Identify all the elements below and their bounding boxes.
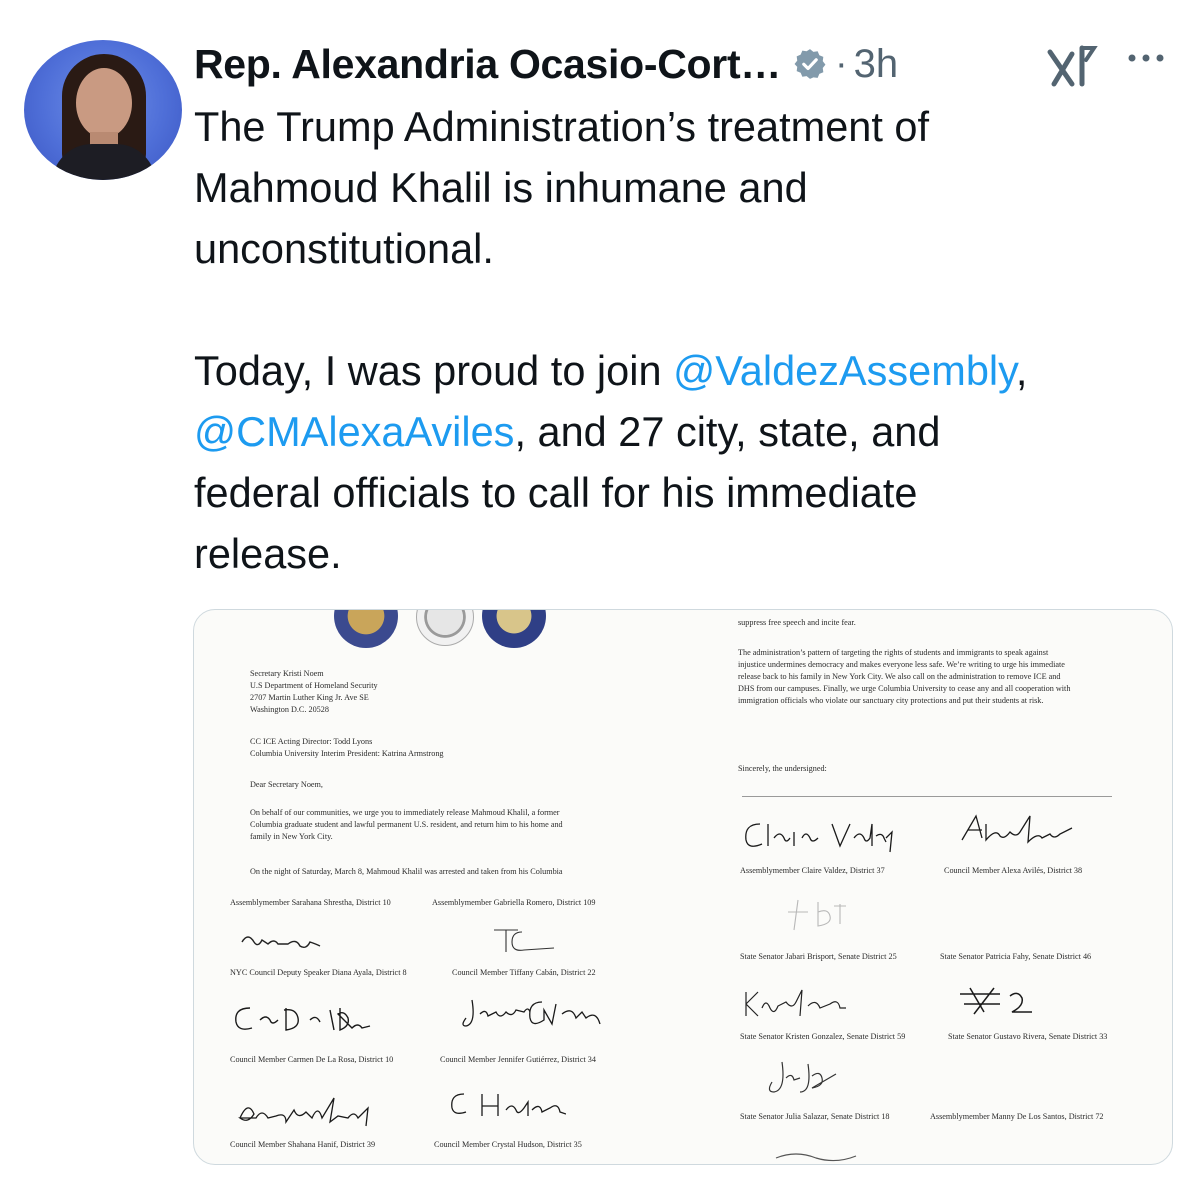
signer-label: Council Member Carmen De La Rosa, Distri… bbox=[230, 1055, 394, 1064]
signer-label: State Senator Jabari Brisport, Senate Di… bbox=[740, 952, 897, 961]
author-name[interactable]: Rep. Alexandria Ocasio-Cort… bbox=[194, 41, 781, 88]
seal-comptroller-icon bbox=[416, 610, 474, 646]
signature-partial bbox=[775, 1153, 857, 1162]
letter-addressee: Secretary Kristi Noem U.S Department of … bbox=[250, 668, 378, 716]
verified-badge-icon[interactable] bbox=[793, 47, 827, 81]
letter-line: U.S Department of Homeland Security bbox=[250, 681, 378, 690]
letter-line: Washington D.C. 20528 bbox=[250, 705, 329, 714]
signature-gutierrez bbox=[462, 999, 601, 1027]
signature-gonzalez bbox=[745, 989, 846, 1017]
letter-body-2: On the night of Saturday, March 8, Mahmo… bbox=[250, 867, 563, 876]
mention-link-valdez[interactable]: @ValdezAssembly bbox=[673, 347, 1016, 394]
signature-hanif bbox=[238, 1097, 369, 1127]
signer-label: State Senator Patricia Fahy, Senate Dist… bbox=[940, 952, 1092, 961]
signature-caban bbox=[494, 929, 555, 952]
signer-label: Assemblymember Sarahana Shrestha, Distri… bbox=[230, 898, 391, 907]
signer-label: State Senator Kristen Gonzalez, Senate D… bbox=[740, 1032, 906, 1041]
signature-de-la-rosa bbox=[235, 1007, 371, 1032]
letter-line: Secretary Kristi Noem bbox=[250, 669, 324, 678]
letter-right-body: The administration’s pattern of targetin… bbox=[738, 647, 1070, 707]
letter-line: 2707 Martin Luther King Jr. Ave SE bbox=[250, 693, 369, 702]
media-image-letter[interactable]: Secretary Kristi Noem U.S Department of … bbox=[193, 609, 1173, 1165]
grok-icon[interactable] bbox=[1046, 44, 1098, 90]
letter-line: On behalf of our communities, we urge yo… bbox=[250, 808, 560, 817]
signature-rivera bbox=[960, 987, 1032, 1015]
post-time[interactable]: 3h bbox=[854, 42, 899, 87]
signature-ayala bbox=[241, 936, 321, 949]
letter-line: release back to his family in New York C… bbox=[738, 672, 1061, 681]
letter-line: The administration’s pattern of targetin… bbox=[738, 648, 1049, 657]
signature-hudson bbox=[451, 1093, 566, 1116]
signer-label: Council Member Tiffany Cabán, District 2… bbox=[452, 968, 596, 977]
signature-divider bbox=[742, 796, 1112, 797]
tweet-line: release. bbox=[194, 530, 342, 577]
seal-state-icon bbox=[482, 610, 546, 648]
tweet-line: @CMAlexaAviles, and 27 city, state, and bbox=[194, 401, 1184, 462]
header-separator: · bbox=[835, 42, 848, 85]
letter-line: Columbia University Interim President: K… bbox=[250, 749, 444, 758]
letter-line: injustice undermines democracy and makes… bbox=[738, 660, 1065, 669]
author-avatar[interactable] bbox=[24, 40, 182, 180]
tweet-header: Rep. Alexandria Ocasio-Cort… · 3h bbox=[194, 36, 898, 92]
tweet-line: unconstitutional. bbox=[194, 225, 494, 272]
signer-label: State Senator Julia Salazar, Senate Dist… bbox=[740, 1112, 890, 1121]
signer-label: State Senator Gustavo Rivera, Senate Dis… bbox=[948, 1032, 1108, 1041]
letter-body-1: On behalf of our communities, we urge yo… bbox=[250, 807, 563, 843]
signature-brisport bbox=[788, 899, 846, 931]
letter-right-top: suppress free speech and incite fear. bbox=[738, 618, 856, 627]
tweet-line: The Trump Administration’s treatment of bbox=[194, 103, 930, 150]
tweet-text: The Trump Administration’s treatment of … bbox=[194, 96, 1184, 584]
letter-line: Columbia graduate student and lawful per… bbox=[250, 820, 563, 829]
more-icon[interactable] bbox=[1124, 46, 1168, 70]
signer-label: NYC Council Deputy Speaker Diana Ayala, … bbox=[230, 968, 407, 977]
tweet-text-segment: , bbox=[1015, 347, 1028, 394]
letter-line: family in New York City. bbox=[250, 832, 333, 841]
signature-salazar bbox=[768, 1061, 837, 1093]
signer-label: Council Member Alexa Avilés, District 38 bbox=[944, 866, 1083, 875]
letter-salutation: Dear Secretary Noem, bbox=[250, 780, 323, 789]
signer-label: Assemblymember Claire Valdez, District 3… bbox=[740, 866, 885, 875]
letter-line: CC ICE Acting Director: Todd Lyons bbox=[250, 737, 373, 746]
signature-aviles bbox=[961, 814, 1073, 844]
avatar-face bbox=[76, 68, 132, 138]
tweet-line: federal officials to call for his immedi… bbox=[194, 469, 918, 516]
signer-label: Council Member Jennifer Gutiérrez, Distr… bbox=[440, 1055, 596, 1064]
tweet-line: Mahmoud Khalil is inhumane and bbox=[194, 164, 808, 211]
signature-valdez bbox=[745, 823, 893, 853]
tweet-text-segment: Today, I was proud to join bbox=[194, 347, 674, 394]
signer-label: Council Member Crystal Hudson, District … bbox=[434, 1140, 582, 1149]
letter-line: immigration officials who violate our sa… bbox=[738, 696, 1044, 705]
tweet-text-segment: , and 27 city, state, and bbox=[514, 408, 941, 455]
mention-link-aviles[interactable]: @CMAlexaAviles bbox=[194, 408, 514, 455]
seal-nyc-icon bbox=[334, 610, 398, 648]
tweet-line: Today, I was proud to join @ValdezAssemb… bbox=[194, 340, 1184, 401]
signer-label: Council Member Shahana Hanif, District 3… bbox=[230, 1140, 376, 1149]
letter-line: DHS from our campuses. Finally, we urge … bbox=[738, 684, 1071, 693]
signer-label: Assemblymember Gabriella Romero, Distric… bbox=[432, 898, 596, 907]
signer-label: Assemblymember Manny De Los Santos, Dist… bbox=[930, 1112, 1104, 1121]
letter-cc: CC ICE Acting Director: Todd Lyons Colum… bbox=[250, 736, 444, 760]
letter-closing: Sincerely, the undersigned: bbox=[738, 764, 827, 773]
